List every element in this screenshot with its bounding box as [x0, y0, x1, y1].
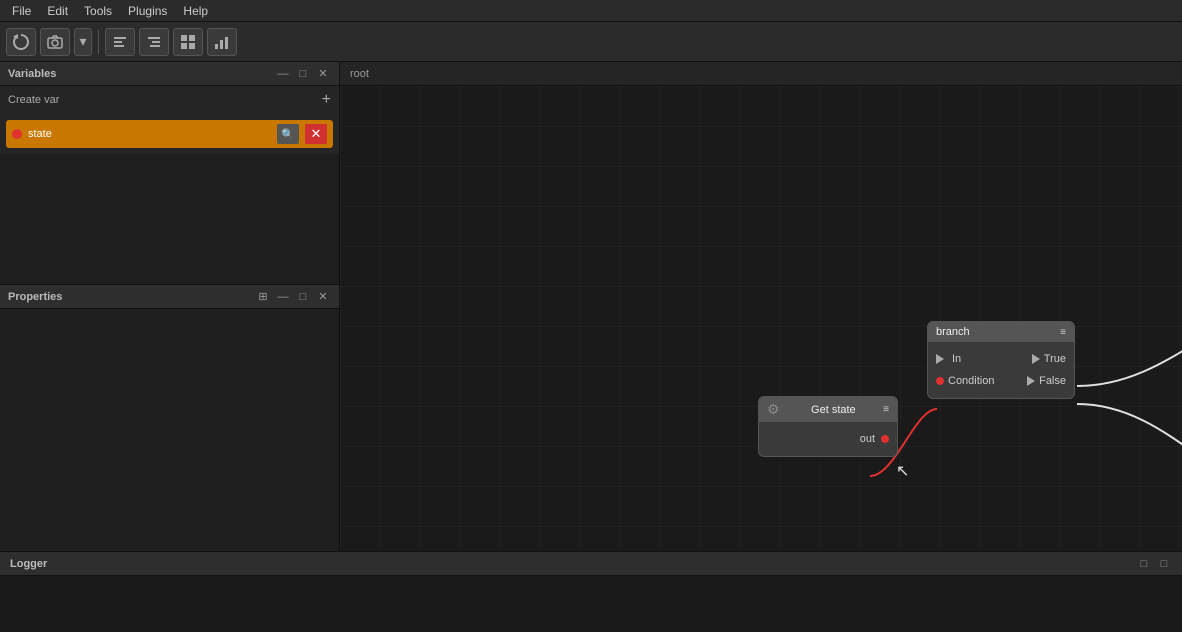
properties-body: [0, 309, 339, 551]
toolbar: ▾: [0, 22, 1182, 62]
logger-header-actions: □ □: [1136, 556, 1172, 572]
node-get-state-icons: ≡: [883, 404, 889, 415]
variables-section: Variables — □ ✕ Create var + state 🔍 ✕: [0, 62, 339, 285]
logger-panel: Logger □ □: [0, 551, 1182, 631]
node-get-state-title: Get state: [811, 404, 856, 416]
node-branch-header: branch ≡: [928, 322, 1074, 342]
branch-true-label: True: [1044, 353, 1066, 365]
port-out-dot[interactable]: [881, 435, 889, 443]
menu-edit[interactable]: Edit: [39, 0, 76, 22]
port-cond-dot[interactable]: [936, 377, 944, 385]
logger-title: Logger: [10, 558, 47, 570]
node-get-state-menu-icon[interactable]: ≡: [883, 404, 889, 415]
branch-in-label: In: [952, 353, 961, 365]
properties-btn1[interactable]: ⊞: [255, 289, 271, 305]
var-name-state: state: [28, 128, 271, 140]
breadcrumb: root: [340, 62, 1182, 86]
toolbar-btn-layout[interactable]: [173, 28, 203, 56]
variables-header: Variables — □ ✕: [0, 62, 339, 86]
toolbar-btn-camera[interactable]: [40, 28, 70, 56]
toolbar-btn-chart[interactable]: [207, 28, 237, 56]
branch-false-port: False: [1027, 375, 1066, 387]
cursor-indicator: ↖: [896, 461, 909, 481]
exec-true-icon: [1032, 354, 1040, 364]
gear-icon: ⚙: [767, 401, 780, 418]
menu-help[interactable]: Help: [175, 0, 216, 22]
exec-false-icon: [1027, 376, 1035, 386]
branch-cond-label: Condition: [948, 375, 994, 387]
create-var-row: Create var +: [0, 86, 339, 114]
canvas-viewport[interactable]: ⚙ Get state ≡ out branch: [340, 86, 1182, 551]
toolbar-separator-1: [98, 30, 99, 54]
node-get-state-out-row: out: [759, 428, 897, 450]
node-get-state-body: out: [759, 422, 897, 456]
toolbar-btn-dropdown[interactable]: ▾: [74, 28, 92, 56]
variables-close-btn[interactable]: ✕: [315, 66, 331, 82]
variables-expand-btn[interactable]: □: [295, 66, 311, 82]
branch-in-row: In True: [928, 348, 1074, 370]
branch-in-port: In: [936, 353, 961, 365]
var-search-btn-state[interactable]: 🔍: [277, 124, 299, 144]
breadcrumb-text: root: [350, 68, 369, 80]
node-branch[interactable]: branch ≡ In True: [927, 321, 1075, 399]
logger-btn1[interactable]: □: [1136, 556, 1152, 572]
branch-false-label: False: [1039, 375, 1066, 387]
menu-file[interactable]: File: [4, 0, 39, 22]
node-get-state-out-label: out: [860, 433, 875, 445]
node-branch-body: In True Condition: [928, 342, 1074, 398]
branch-cond-port: Condition: [936, 375, 994, 387]
properties-minimize-btn[interactable]: —: [275, 289, 291, 305]
toolbar-btn-align1[interactable]: [105, 28, 135, 56]
node-branch-title: branch: [936, 326, 970, 338]
create-var-label: Create var: [8, 94, 59, 106]
main-area: Variables — □ ✕ Create var + state 🔍 ✕: [0, 62, 1182, 551]
properties-expand-btn[interactable]: □: [295, 289, 311, 305]
properties-header: Properties ⊞ — □ ✕: [0, 285, 339, 309]
var-dot-state: [12, 129, 22, 139]
toolbar-btn-align2[interactable]: [139, 28, 169, 56]
variables-body: [0, 154, 339, 284]
toolbar-btn-rotate[interactable]: [6, 28, 36, 56]
var-delete-btn-state[interactable]: ✕: [305, 124, 327, 144]
node-get-state[interactable]: ⚙ Get state ≡ out: [758, 396, 898, 457]
properties-header-actions: ⊞ — □ ✕: [255, 289, 331, 305]
properties-title: Properties: [8, 291, 62, 303]
logger-btn2[interactable]: □: [1156, 556, 1172, 572]
create-var-button[interactable]: +: [322, 92, 331, 108]
variables-header-actions: — □ ✕: [275, 66, 331, 82]
properties-close-btn[interactable]: ✕: [315, 289, 331, 305]
branch-cond-row: Condition False: [928, 370, 1074, 392]
properties-section: Properties ⊞ — □ ✕: [0, 285, 339, 551]
node-branch-icons: ≡: [1060, 327, 1066, 338]
canvas-area: root ⚙ Get state ≡: [340, 62, 1182, 551]
menu-tools[interactable]: Tools: [76, 0, 120, 22]
menu-plugins[interactable]: Plugins: [120, 0, 175, 22]
left-panel: Variables — □ ✕ Create var + state 🔍 ✕: [0, 62, 340, 551]
exec-in-icon: [936, 354, 944, 364]
node-get-state-header: ⚙ Get state ≡: [759, 397, 897, 422]
menubar: File Edit Tools Plugins Help: [0, 0, 1182, 22]
connections-svg: [340, 86, 1182, 551]
logger-header: Logger □ □: [0, 552, 1182, 576]
variable-item-state[interactable]: state 🔍 ✕: [6, 120, 333, 148]
variables-minimize-btn[interactable]: —: [275, 66, 291, 82]
branch-true-port: True: [1032, 353, 1066, 365]
variables-title: Variables: [8, 68, 56, 80]
node-branch-menu-icon[interactable]: ≡: [1060, 327, 1066, 338]
logger-body: [0, 576, 1182, 632]
